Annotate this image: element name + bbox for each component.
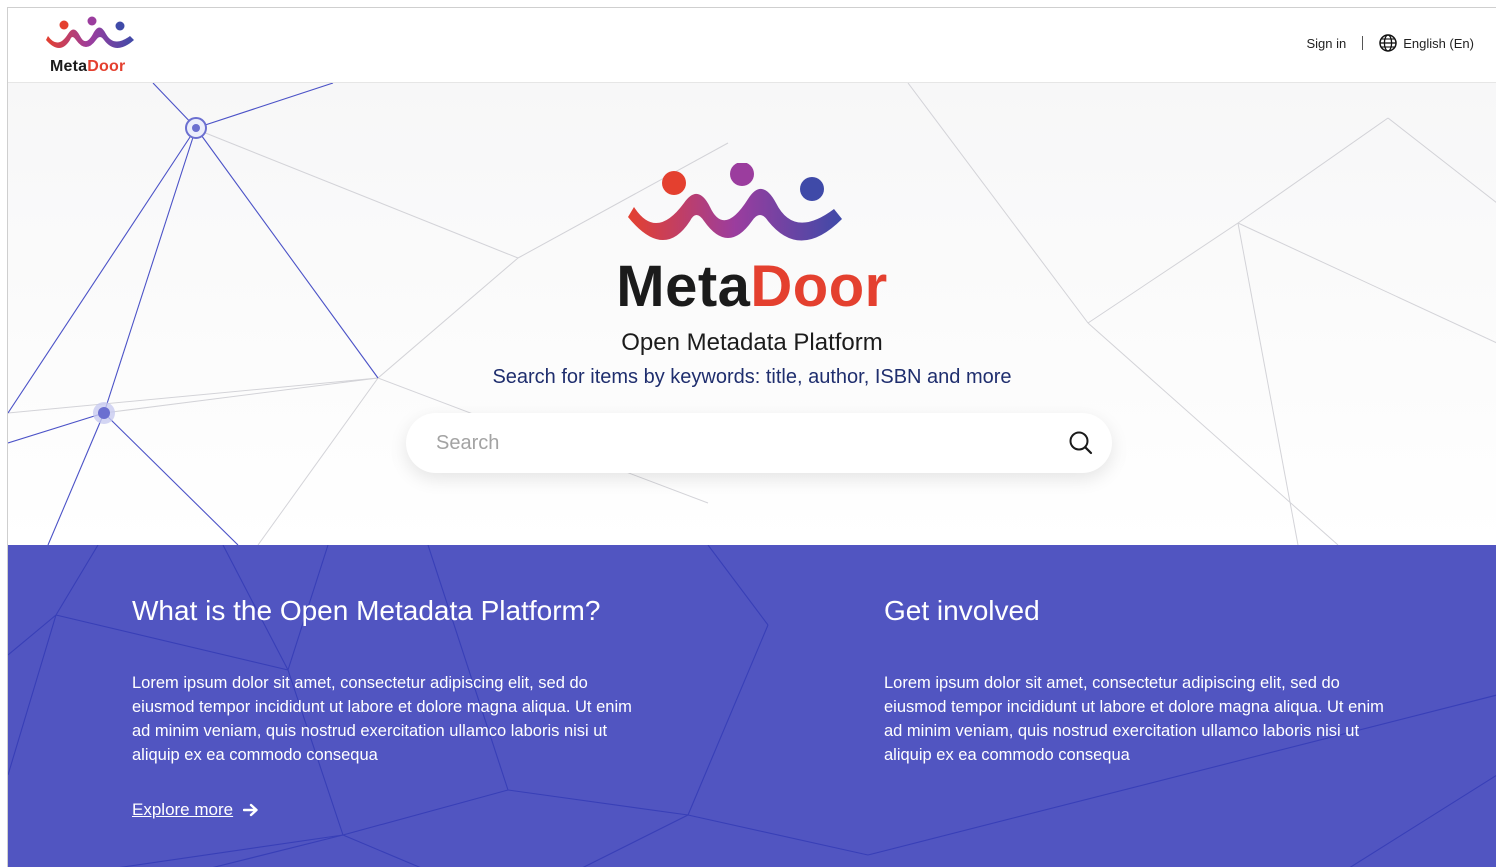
info-section: What is the Open Metadata Platform? Lore… xyxy=(8,545,1496,867)
logo-wordmark: MetaDoor xyxy=(50,58,126,75)
get-involved-column: Get involved Lorem ipsum dolor sit amet,… xyxy=(884,595,1384,767)
metadoor-hero-logo-icon xyxy=(628,163,842,241)
search-icon[interactable] xyxy=(1068,430,1094,456)
about-body: Lorem ipsum dolor sit amet, consectetur … xyxy=(132,674,632,764)
explore-more-label: Explore more xyxy=(132,800,234,819)
metadoor-logo-mark-icon xyxy=(46,16,134,48)
metadoor-logo[interactable]: MetaDoor xyxy=(44,14,148,78)
globe-icon xyxy=(1379,34,1397,52)
header-divider xyxy=(1362,36,1364,50)
top-header: MetaDoor Sign in English (En) xyxy=(8,8,1496,83)
about-column: What is the Open Metadata Platform? Lore… xyxy=(132,595,632,767)
brand-title: MetaDoor xyxy=(616,254,888,319)
sign-in-link[interactable]: Sign in xyxy=(1306,36,1346,51)
get-involved-title: Get involved xyxy=(884,595,1040,626)
header-actions: Sign in English (En) xyxy=(1306,34,1474,52)
search-bar[interactable]: Search xyxy=(406,413,1112,473)
platform-subtitle: Open Metadata Platform xyxy=(621,329,883,356)
search-hint: Search for items by keywords: title, aut… xyxy=(492,366,1012,388)
about-title: What is the Open Metadata Platform? xyxy=(132,595,601,626)
hero-section: MetaDoor Open Metadata Platform Search f… xyxy=(8,83,1496,545)
explore-more-link[interactable]: Explore more xyxy=(132,800,259,820)
language-selector[interactable]: English (En) xyxy=(1379,34,1474,52)
search-input[interactable]: Search xyxy=(436,432,499,455)
get-involved-body: Lorem ipsum dolor sit amet, consectetur … xyxy=(884,674,1384,764)
language-label: English (En) xyxy=(1403,35,1474,51)
page-frame: MetaDoor Sign in English (En) MetaDoor O… xyxy=(7,7,1496,867)
arrow-right-icon xyxy=(243,803,258,817)
